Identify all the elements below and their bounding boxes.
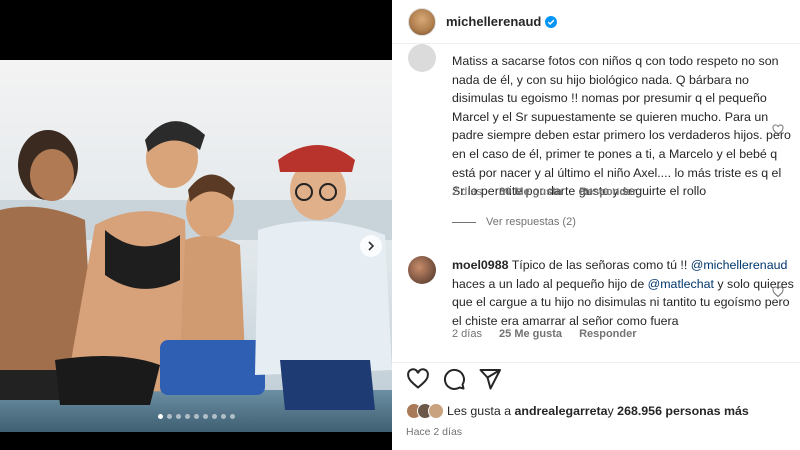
carousel-dot[interactable] — [211, 414, 217, 419]
likes-count[interactable]: 268.956 personas más — [617, 404, 749, 418]
action-buttons — [406, 367, 502, 391]
view-replies-label: Ver respuestas (2) — [486, 216, 576, 228]
verified-badge-icon — [545, 15, 558, 28]
liker-avatars — [406, 403, 444, 419]
carousel-dot[interactable] — [220, 414, 226, 419]
comment-meta: 2 días 30 Me gusta Responder — [452, 186, 651, 198]
likes-prefix: Les gusta a — [447, 404, 512, 418]
comment-text-part: Típico de las señoras como tú !! — [511, 258, 691, 272]
author-username[interactable]: michellerenaud — [446, 14, 541, 29]
comment-likes[interactable]: 25 Me gusta — [499, 328, 562, 340]
comment-time[interactable]: 2 días — [452, 328, 482, 340]
carousel-dot[interactable] — [229, 414, 235, 419]
chevron-right-icon — [368, 241, 375, 251]
heart-icon[interactable] — [772, 286, 784, 298]
heart-icon[interactable] — [772, 124, 784, 136]
carousel-dot[interactable] — [193, 414, 199, 419]
carousel-dot[interactable] — [175, 414, 181, 419]
post-panel: michellerenaud Matiss a sacarse fotos co… — [392, 0, 800, 450]
comments-list: Matiss a sacarse fotos con niños q con t… — [392, 44, 800, 362]
author-avatar[interactable] — [408, 7, 436, 36]
post-header: michellerenaud — [392, 0, 800, 44]
post-media — [0, 0, 392, 450]
post-timestamp[interactable]: Hace 2 días — [406, 426, 462, 438]
carousel-dot[interactable] — [157, 414, 163, 419]
liker-username[interactable]: andrealegarreta — [515, 404, 608, 418]
like-heart-icon[interactable] — [406, 367, 430, 391]
comment-likes[interactable]: 30 Me gusta — [499, 186, 562, 198]
share-send-icon[interactable] — [478, 367, 502, 391]
likes-middle: y — [607, 404, 614, 418]
comment-avatar[interactable] — [408, 44, 436, 72]
family-photo — [0, 60, 392, 432]
next-image-button[interactable] — [360, 235, 382, 257]
post-photo[interactable] — [0, 60, 392, 432]
comment-text: moel0988 Típico de las señoras como tú !… — [452, 256, 797, 330]
comment-meta: 2 días 25 Me gusta Responder — [452, 328, 651, 340]
mention-link[interactable]: @matlechat — [648, 277, 714, 291]
carousel-dot[interactable] — [184, 414, 190, 419]
comment-username[interactable]: moel0988 — [452, 258, 508, 272]
reply-button[interactable]: Responder — [579, 328, 636, 340]
comment-text-part: haces a un lado al pequeño hijo de — [452, 276, 648, 291]
comment-time[interactable]: 2 días — [452, 186, 482, 198]
reply-button[interactable]: Responder — [579, 186, 636, 198]
comment-bubble-icon[interactable] — [442, 367, 466, 391]
post-actions-section: Les gusta a andrealegarreta y 268.956 pe… — [392, 362, 800, 450]
carousel-dots — [0, 414, 392, 419]
carousel-dot[interactable] — [202, 414, 208, 419]
comment-avatar[interactable] — [408, 256, 436, 284]
liker-avatar[interactable] — [428, 403, 444, 419]
carousel-dot[interactable] — [166, 414, 172, 419]
comment-text: Matiss a sacarse fotos con niños q con t… — [452, 54, 791, 199]
view-replies-button[interactable]: Ver respuestas (2) — [452, 216, 576, 228]
replies-line — [452, 221, 476, 223]
mention-link[interactable]: @michellerenaud — [691, 258, 788, 272]
likes-summary: Les gusta a andrealegarreta y 268.956 pe… — [406, 403, 749, 419]
